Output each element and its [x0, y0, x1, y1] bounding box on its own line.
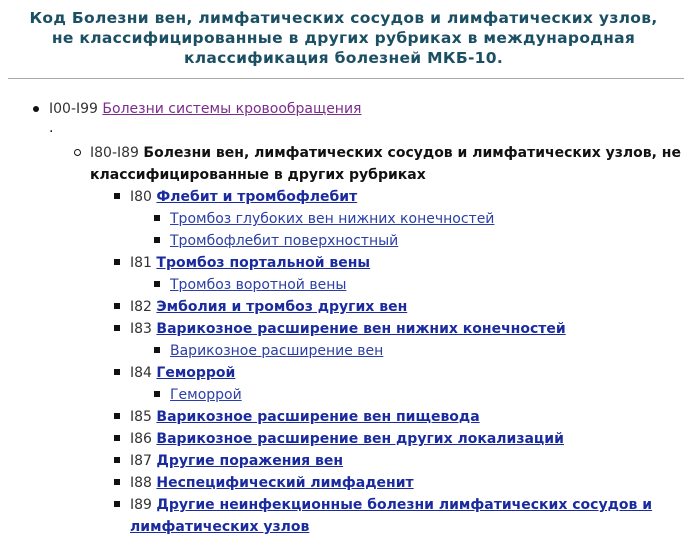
item-code: I88 — [130, 475, 152, 491]
list-item-sub: Варикозное расширение вен — [170, 341, 383, 361]
title-line-3: классификация болезней МКБ-10. — [183, 49, 504, 67]
item-code: I87 — [130, 453, 152, 469]
list-item-sub: Геморрой — [170, 385, 242, 405]
square-bullet-icon — [114, 501, 120, 507]
list-item: I89 Другие неинфекционные болезни лимфат… — [130, 495, 652, 515]
list-item-sub: Тромбофлебит поверхностный — [170, 231, 398, 251]
square-bullet-icon — [154, 347, 160, 353]
link-i89[interactable]: Другие неинфекционные болезни лимфатичес… — [156, 497, 652, 513]
item-code: I82 — [130, 299, 152, 315]
link-varicose-veins[interactable]: Варикозное расширение вен — [170, 343, 383, 359]
link-i80[interactable]: Флебит и тромбофлебит — [156, 189, 357, 205]
page-title: Код Болезни вен, лимфатических сосудов и… — [0, 8, 687, 68]
square-bullet-icon — [114, 457, 120, 463]
square-bullet-icon — [114, 413, 120, 419]
square-bullet-icon — [114, 259, 120, 265]
list-item-level1: I00-I99 Болезни системы кровообращения — [49, 99, 361, 119]
square-bullet-icon — [114, 435, 120, 441]
square-bullet-icon — [154, 391, 160, 397]
section-heading: Болезни вен, лимфатических сосудов и лим… — [143, 145, 681, 161]
list-item: I81 Тромбоз портальной вены — [130, 253, 370, 273]
link-i88[interactable]: Неспецифический лимфаденит — [156, 475, 413, 491]
item-code: I80-I89 — [90, 145, 139, 161]
section-heading-cont: классифицированные в других рубриках — [90, 167, 426, 183]
item-code: I83 — [130, 321, 152, 337]
item-code: I00-I99 — [49, 101, 98, 117]
square-bullet-icon — [154, 281, 160, 287]
list-item-level2: I80-I89 Болезни вен, лимфатических сосуд… — [90, 143, 681, 163]
list-item: I82 Эмболия и тромбоз других вен — [130, 297, 407, 317]
circle-bullet-icon — [74, 149, 81, 156]
link-portal-vein-thrombosis[interactable]: Тромбоз воротной вены — [170, 277, 346, 293]
item-code: I85 — [130, 409, 152, 425]
square-bullet-icon — [154, 215, 160, 221]
title-line-2: не классифицированные в других рубриках … — [51, 29, 636, 47]
list-item-cont: лимфатических узлов — [130, 517, 309, 537]
link-i85[interactable]: Варикозное расширение вен пищевода — [156, 409, 479, 425]
list-item-sub: Тромбоз воротной вены — [170, 275, 346, 295]
list-item: I83 Варикозное расширение вен нижних кон… — [130, 319, 566, 339]
disc-bullet-icon — [33, 106, 39, 112]
item-code: I80 — [130, 189, 152, 205]
separator-dot: . — [49, 120, 54, 136]
link-i83[interactable]: Варикозное расширение вен нижних конечно… — [156, 321, 565, 337]
list-item-sub: Тромбоз глубоких вен нижних конечностей — [170, 209, 494, 229]
list-item: I87 Другие поражения вен — [130, 451, 343, 471]
link-superficial-thrombophlebitis[interactable]: Тромбофлебит поверхностный — [170, 233, 398, 249]
list-item: I86 Варикозное расширение вен других лок… — [130, 429, 564, 449]
link-i81[interactable]: Тромбоз портальной вены — [156, 255, 370, 271]
list-item: I84 Геморрой — [130, 363, 235, 383]
square-bullet-icon — [114, 325, 120, 331]
item-code: I81 — [130, 255, 152, 271]
square-bullet-icon — [154, 237, 160, 243]
list-item: I88 Неспецифический лимфаденит — [130, 473, 414, 493]
list-item: I85 Варикозное расширение вен пищевода — [130, 407, 480, 427]
square-bullet-icon — [114, 479, 120, 485]
title-line-1: Код Болезни вен, лимфатических сосудов и… — [29, 9, 658, 27]
link-i89-cont[interactable]: лимфатических узлов — [130, 519, 309, 535]
link-hemorrhoids[interactable]: Геморрой — [170, 387, 242, 403]
link-circulatory-diseases[interactable]: Болезни системы кровообращения — [102, 101, 361, 117]
page: Код Болезни вен, лимфатических сосудов и… — [0, 0, 687, 542]
item-code: I89 — [130, 497, 152, 513]
square-bullet-icon — [114, 369, 120, 375]
list-item: I80 Флебит и тромбофлебит — [130, 187, 357, 207]
link-i87[interactable]: Другие поражения вен — [156, 453, 343, 469]
link-deep-vein-thrombosis[interactable]: Тромбоз глубоких вен нижних конечностей — [170, 211, 494, 227]
link-i82[interactable]: Эмболия и тромбоз других вен — [156, 299, 407, 315]
square-bullet-icon — [114, 193, 120, 199]
divider — [8, 78, 684, 79]
link-i84[interactable]: Геморрой — [156, 365, 235, 381]
item-code: I84 — [130, 365, 152, 381]
link-i86[interactable]: Варикозное расширение вен других локализ… — [156, 431, 564, 447]
item-code: I86 — [130, 431, 152, 447]
square-bullet-icon — [114, 303, 120, 309]
